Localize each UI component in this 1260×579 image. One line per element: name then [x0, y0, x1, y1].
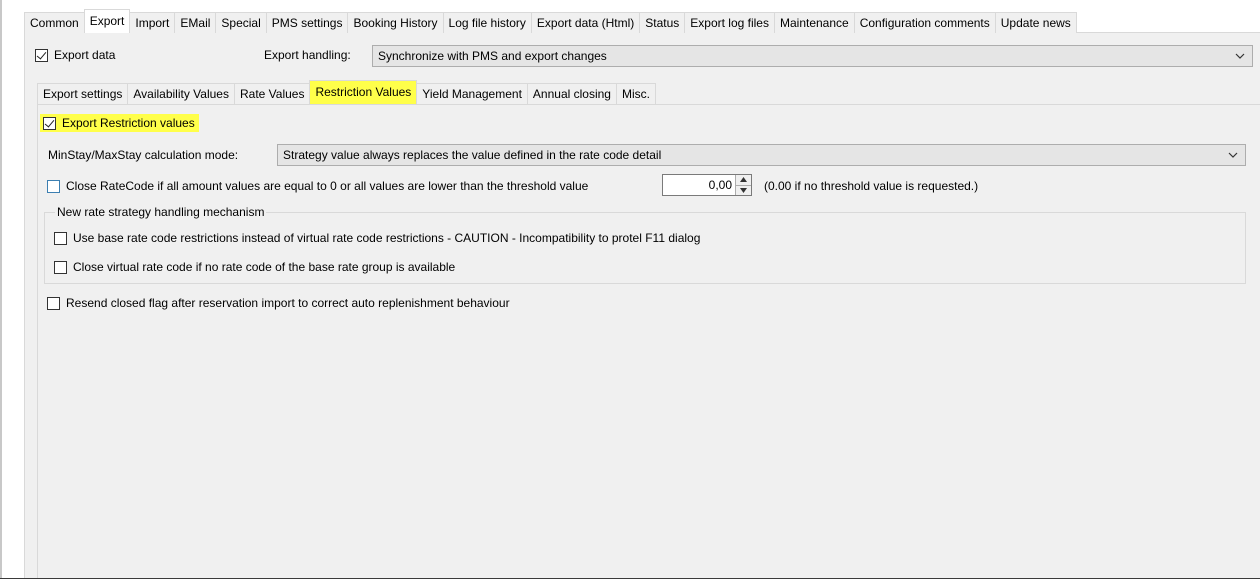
- subtab-annual-closing[interactable]: Annual closing: [526, 83, 617, 104]
- threshold-value: 0,00: [708, 178, 732, 192]
- export-restriction-label: Export Restriction values: [62, 116, 195, 130]
- base-restrictions-checkbox[interactable]: [54, 231, 67, 245]
- spin-down-button[interactable]: [736, 185, 751, 195]
- tab-status[interactable]: Status: [639, 12, 686, 33]
- subtab-export-settings[interactable]: Export settings: [37, 83, 129, 104]
- resend-closed-label: Resend closed flag after reservation imp…: [66, 296, 510, 310]
- strategy-group-title: New rate strategy handling mechanism: [55, 205, 267, 219]
- window-left-edge: [0, 0, 2, 579]
- export-handling-select[interactable]: Synchronize with PMS and export changes: [372, 45, 1253, 67]
- tab-pms-settings[interactable]: PMS settings: [265, 12, 349, 33]
- chevron-down-icon: [1235, 53, 1245, 59]
- close-ratecode-label: Close RateCode if all amount values are …: [66, 179, 589, 193]
- export-restriction-row: Export Restriction values: [40, 114, 199, 132]
- subtab-availability-values[interactable]: Availability Values: [127, 83, 235, 104]
- subtab-yield-management[interactable]: Yield Management: [416, 83, 528, 104]
- tab-export[interactable]: Export: [83, 9, 131, 33]
- tab-log-file-history[interactable]: Log file history: [442, 12, 532, 33]
- minstay-mode-row: MinStay/MaxStay calculation mode:: [48, 148, 238, 162]
- close-virtual-row: Close virtual rate code if no rate code …: [54, 260, 455, 274]
- tab-configuration-comments[interactable]: Configuration comments: [853, 12, 996, 33]
- export-handling-label: Export handling:: [264, 48, 351, 62]
- base-restrictions-label: Use base rate code restrictions instead …: [73, 231, 701, 245]
- threshold-hint-row: (0.00 if no threshold value is requested…: [764, 179, 978, 193]
- export-data-label: Export data: [54, 48, 116, 62]
- chevron-down-icon: [1228, 152, 1238, 158]
- restriction-values-panel: [37, 105, 1260, 579]
- tab-export-data-html[interactable]: Export data (Html): [530, 12, 641, 33]
- tab-special[interactable]: Special: [215, 12, 267, 33]
- tab-export-log-files[interactable]: Export log files: [684, 12, 775, 33]
- main-tab-strip: Common Export Import EMail Special PMS s…: [24, 9, 1077, 33]
- tab-maintenance[interactable]: Maintenance: [773, 12, 855, 33]
- export-data-checkbox[interactable]: [35, 48, 48, 62]
- subtab-restriction-values[interactable]: Restriction Values: [309, 80, 418, 104]
- resend-closed-row: Resend closed flag after reservation imp…: [47, 296, 510, 310]
- tab-common[interactable]: Common: [24, 12, 85, 33]
- export-handling-value: Synchronize with PMS and export changes: [378, 49, 607, 63]
- tab-update-news[interactable]: Update news: [994, 12, 1077, 33]
- threshold-spinner[interactable]: 0,00: [662, 174, 752, 196]
- arrow-up-icon: [740, 177, 747, 183]
- tab-booking-history[interactable]: Booking History: [347, 12, 444, 33]
- minstay-mode-label: MinStay/MaxStay calculation mode:: [48, 148, 239, 162]
- export-sub-tab-strip: Export settings Availability Values Rate…: [37, 80, 656, 104]
- spin-up-button[interactable]: [736, 175, 751, 186]
- threshold-hint: (0.00 if no threshold value is requested…: [764, 179, 979, 193]
- export-restriction-checkbox[interactable]: [43, 116, 56, 130]
- export-data-row: Export data: [35, 48, 115, 62]
- resend-closed-checkbox[interactable]: [47, 296, 60, 310]
- close-virtual-checkbox[interactable]: [54, 260, 67, 274]
- close-ratecode-checkbox[interactable]: [47, 179, 60, 193]
- base-restrictions-row: Use base rate code restrictions instead …: [54, 231, 700, 245]
- export-handling-row: Export handling:: [264, 48, 351, 62]
- minstay-mode-value: Strategy value always replaces the value…: [283, 148, 662, 162]
- close-virtual-label: Close virtual rate code if no rate code …: [73, 260, 456, 274]
- subtab-misc[interactable]: Misc.: [615, 83, 656, 104]
- tab-import[interactable]: Import: [129, 12, 176, 33]
- tab-email[interactable]: EMail: [174, 12, 217, 33]
- minstay-mode-select[interactable]: Strategy value always replaces the value…: [277, 144, 1246, 166]
- subtab-rate-values[interactable]: Rate Values: [233, 83, 311, 104]
- close-ratecode-row: Close RateCode if all amount values are …: [47, 179, 588, 193]
- arrow-down-icon: [740, 187, 747, 193]
